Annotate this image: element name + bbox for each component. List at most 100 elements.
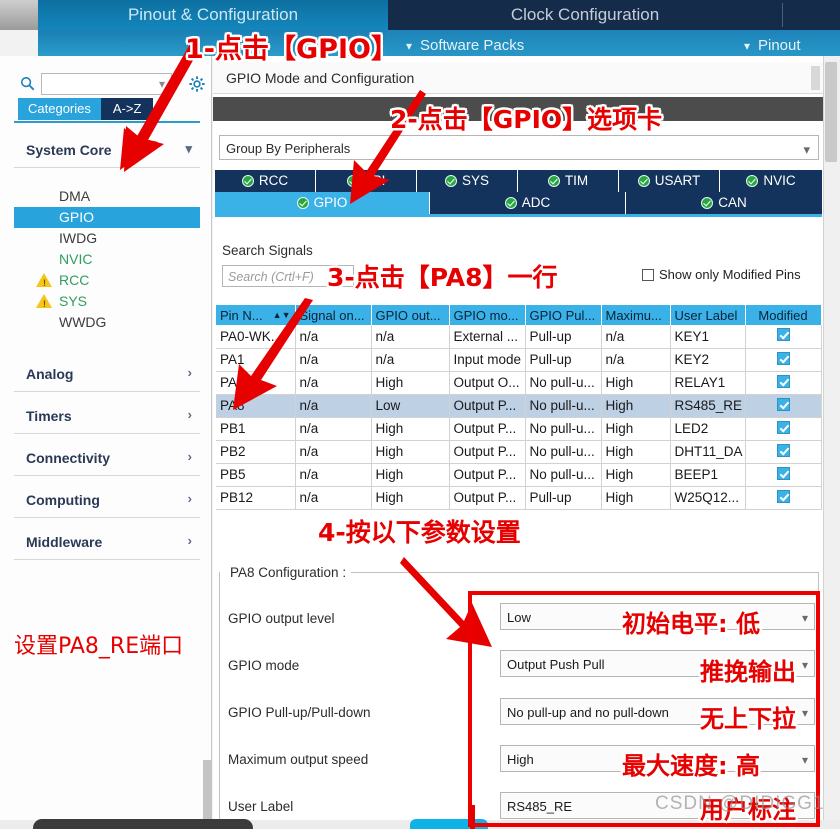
cell-modified[interactable] <box>745 325 822 349</box>
table-row[interactable]: PB12 n/a High Output P... Pull-up High W… <box>216 486 822 510</box>
field-gpio-mode[interactable]: Output Push Pull ▾ <box>500 650 815 677</box>
checkbox-checked-icon[interactable] <box>776 420 790 434</box>
peripheral-tab-sys[interactable]: SYS <box>417 170 518 192</box>
sidebar-group-timers[interactable]: Timers › <box>14 400 200 434</box>
checkbox-checked-icon[interactable] <box>776 397 790 411</box>
chevron-down-icon: ▾ <box>801 658 808 672</box>
peripheral-tab-label: SPI <box>363 173 386 188</box>
peripheral-tab-spi[interactable]: SPI <box>316 170 417 192</box>
peripheral-tab-usart[interactable]: USART <box>619 170 720 192</box>
field-gpio-output-level[interactable]: Low ▾ <box>500 603 815 630</box>
sidebar-item-dma[interactable]: DMA <box>14 186 200 207</box>
chevron-right-icon: › <box>187 365 192 380</box>
cell-modified[interactable] <box>745 371 822 395</box>
field-user-label[interactable]: RS485_RE <box>500 792 815 819</box>
peripheral-tab-rcc[interactable]: RCC <box>215 170 316 192</box>
sidebar-group-system-core[interactable]: System Core ▾ <box>14 134 200 168</box>
cell-modified[interactable] <box>745 417 822 441</box>
column-header-pin-name[interactable]: ▲▼ Pin N... <box>216 305 296 325</box>
field-gpio-pull-up-pull-down[interactable]: No pull-up and no pull-down ▾ <box>500 698 815 725</box>
peripheral-tab-nvic[interactable]: NVIC <box>720 170 822 192</box>
peripheral-tab-adc[interactable]: ADC <box>430 192 626 214</box>
cell-pin-name: PA1 <box>216 348 296 372</box>
checkbox-icon[interactable] <box>642 269 654 281</box>
sidebar-group-middleware[interactable]: Middleware › <box>14 526 200 560</box>
cell-gpio-mode: Input mode <box>449 348 526 372</box>
chevron-right-icon: › <box>187 449 192 464</box>
column-header-gpio-pull[interactable]: GPIO Pul... <box>525 305 602 325</box>
check-circle-icon <box>746 175 759 187</box>
app-window: Pinout & Configuration Clock Configurati… <box>0 0 840 829</box>
table-row[interactable]: PB5 n/a High Output P... No pull-u... Hi… <box>216 463 822 487</box>
taskbar-active-item[interactable] <box>410 819 488 829</box>
checkbox-checked-icon[interactable] <box>776 374 790 388</box>
field-value: No pull-up and no pull-down <box>507 705 669 720</box>
sidebar-item-sys[interactable]: ! SYS <box>14 291 200 312</box>
cell-modified[interactable] <box>745 440 822 464</box>
cell-modified[interactable] <box>745 394 822 418</box>
peripheral-tab-gpio[interactable]: GPIO <box>215 192 430 214</box>
sidebar-item-rcc[interactable]: ! RCC <box>14 270 200 291</box>
checkbox-checked-icon[interactable] <box>776 443 790 457</box>
column-header-gpio-mode[interactable]: GPIO mo... <box>449 305 526 325</box>
panel-divider-scroll-nub[interactable] <box>203 760 212 820</box>
show-only-modified-pins-checkbox[interactable]: Show only Modified Pins <box>642 267 801 282</box>
checkbox-checked-icon[interactable] <box>776 351 790 365</box>
peripheral-tab-label: USART <box>654 173 701 188</box>
sidebar-group-analog[interactable]: Analog › <box>14 358 200 392</box>
field-maximum-output-speed[interactable]: High ▾ <box>500 745 815 772</box>
peripheral-tab-can[interactable]: CAN <box>626 192 822 214</box>
sidebar-item-nvic[interactable]: NVIC <box>14 249 200 270</box>
sidebar-item-wwdg[interactable]: WWDG <box>14 312 200 333</box>
annotation-highlight-tail <box>470 805 475 829</box>
cell-modified[interactable] <box>745 348 822 372</box>
search-signals-input[interactable]: Search (Crtl+F) <box>222 265 354 287</box>
cell-modified[interactable] <box>745 486 822 510</box>
pa8-configuration-title: PA8 Configuration : <box>225 565 352 580</box>
top-tab-bar: Pinout & Configuration Clock Configurati… <box>0 0 840 30</box>
mode-header-scroll-nub <box>811 66 820 90</box>
cell-maximum-speed: High <box>601 371 671 395</box>
table-row[interactable]: PA1 n/a n/a Input mode Pull-up n/a KEY2 <box>216 348 822 372</box>
main-vertical-scrollbar[interactable] <box>823 56 840 829</box>
tab-pinout-configuration[interactable]: Pinout & Configuration <box>38 0 388 30</box>
segment-a-to-z[interactable]: A->Z <box>100 98 154 120</box>
table-row[interactable]: PA6 n/a High Output O... No pull-u... Hi… <box>216 371 822 395</box>
table-row[interactable]: PA0-WK... n/a n/a External ... Pull-up n… <box>216 325 822 349</box>
sidebar-item-label: RCC <box>59 272 90 288</box>
sidebar-item-label: WWDG <box>59 314 107 330</box>
cell-pin-name: PB1 <box>216 417 296 441</box>
checkbox-checked-icon[interactable] <box>776 489 790 503</box>
column-header-gpio-output[interactable]: GPIO out... <box>371 305 450 325</box>
peripheral-tabs-underline <box>215 214 822 217</box>
cell-gpio-mode: Output P... <box>449 463 526 487</box>
main-vertical-scrollbar-thumb[interactable] <box>825 62 837 162</box>
column-header-maximum-speed[interactable]: Maximu... <box>601 305 671 325</box>
segment-categories[interactable]: Categories <box>18 98 101 120</box>
column-header-user-label[interactable]: User Label <box>670 305 746 325</box>
group-by-dropdown[interactable]: Group By Peripherals ▾ <box>219 135 819 160</box>
checkbox-checked-icon[interactable] <box>776 328 790 342</box>
column-header-signal-on[interactable]: Signal on... <box>295 305 372 325</box>
sidebar-item-iwdg[interactable]: IWDG <box>14 228 200 249</box>
cell-maximum-speed: High <box>601 463 671 487</box>
column-header-modified[interactable]: Modified <box>745 305 822 325</box>
peripheral-tab-label: RCC <box>258 173 289 188</box>
sidebar-item-gpio[interactable]: GPIO <box>14 207 200 228</box>
show-only-modified-pins-label: Show only Modified Pins <box>659 267 801 282</box>
cell-modified[interactable] <box>745 463 822 487</box>
sidebar-group-computing[interactable]: Computing › <box>14 484 200 518</box>
sidebar-search-input[interactable]: ▾ <box>41 73 172 95</box>
tab-clock-configuration[interactable]: Clock Configuration <box>390 0 780 30</box>
table-row[interactable]: PB2 n/a High Output P... No pull-u... Hi… <box>216 440 822 464</box>
taskbar-pill[interactable] <box>33 819 253 829</box>
peripheral-tab-tim[interactable]: TIM <box>518 170 619 192</box>
table-row-selected[interactable]: PA8 n/a Low Output P... No pull-u... Hig… <box>216 394 822 418</box>
cell-gpio-pull: No pull-u... <box>525 417 602 441</box>
gear-icon[interactable] <box>188 75 206 93</box>
sidebar-group-connectivity[interactable]: Connectivity › <box>14 442 200 476</box>
table-row[interactable]: PB1 n/a High Output P... No pull-u... Hi… <box>216 417 822 441</box>
cell-signal-on: n/a <box>295 440 372 464</box>
cell-gpio-pull: Pull-up <box>525 348 602 372</box>
checkbox-checked-icon[interactable] <box>776 466 790 480</box>
